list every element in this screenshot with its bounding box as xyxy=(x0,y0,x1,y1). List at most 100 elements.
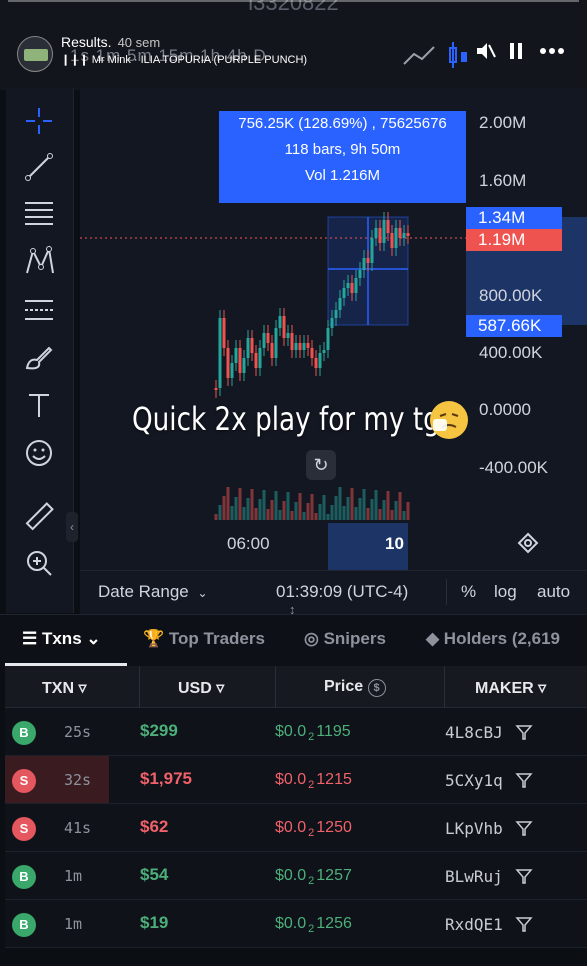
measure-bars: 118 bars, 9h 50m xyxy=(284,141,401,158)
txn-usd: $54 xyxy=(140,865,169,884)
avatar[interactable] xyxy=(17,36,53,72)
volume-bar xyxy=(402,511,406,520)
txn-maker[interactable]: RxdQE1 xyxy=(445,915,503,934)
candle-body xyxy=(406,233,410,236)
crosshair-icon[interactable] xyxy=(22,104,56,138)
filter-icon[interactable] xyxy=(515,819,533,837)
candle-body xyxy=(334,310,338,318)
forecast-icon[interactable] xyxy=(22,293,56,327)
volume-bar xyxy=(338,487,342,520)
collapse-toolbar-button[interactable]: ‹ xyxy=(66,512,78,542)
candle-body xyxy=(318,353,322,368)
txn-maker[interactable]: 4L8cBJ xyxy=(445,723,503,742)
volume-bar xyxy=(282,501,286,520)
volume-bar xyxy=(262,490,266,520)
price-tag-current: 1.19M xyxy=(466,229,562,251)
auto-scale-toggle[interactable]: auto xyxy=(537,582,570,602)
pause-icon[interactable] xyxy=(505,40,527,62)
tab-holders[interactable]: ◆ Holders (2,619 xyxy=(426,629,560,649)
txn-age: 41s xyxy=(64,819,92,837)
filter-icon[interactable] xyxy=(515,771,533,789)
music-label[interactable]: ❙❙❙ Mr Mink · ILIA TOPURIA (PURPLE PUNCH… xyxy=(61,53,307,66)
brush-icon[interactable] xyxy=(22,340,56,374)
header-usd[interactable]: USD ▿ xyxy=(178,678,224,698)
txn-type-badge: S xyxy=(12,817,36,841)
txn-age: 32s xyxy=(64,771,92,789)
candle-body xyxy=(338,298,342,310)
filter-icon[interactable]: ▿ xyxy=(216,680,224,697)
percent-scale-toggle[interactable]: % xyxy=(461,582,476,602)
volume-bar xyxy=(346,497,350,520)
text-tool-icon[interactable] xyxy=(22,388,56,422)
filter-icon[interactable] xyxy=(515,723,533,741)
y-label-2m: 2.00M xyxy=(479,113,527,132)
txn-price: $0.0 2 1257 xyxy=(275,867,352,887)
trendline-icon[interactable] xyxy=(22,150,56,184)
volume-layer xyxy=(214,487,410,520)
list-icon: ☰ xyxy=(22,629,42,648)
story-header: i3320822 1s 1m 5m 15m 1h 4h D Results. 40… xyxy=(0,0,587,90)
more-options-icon[interactable] xyxy=(539,40,565,62)
volume-bar xyxy=(286,492,290,520)
txn-type-badge: B xyxy=(12,913,36,937)
table-row[interactable]: S 32s $1,975 $0.0 2 1215 5CXy1q xyxy=(5,756,587,804)
txn-maker[interactable]: LKpVhb xyxy=(445,819,503,838)
x-label-0600: 06:00 xyxy=(227,534,270,553)
price-prefix: $0.0 xyxy=(275,771,307,788)
zoom-in-icon[interactable] xyxy=(22,546,56,580)
txn-usd: $62 xyxy=(140,817,169,836)
volume-bar xyxy=(390,510,394,520)
price-prefix: $0.0 xyxy=(275,819,307,836)
pattern-icon[interactable] xyxy=(22,244,56,278)
clock-readout[interactable]: 01:39:09 (UTC-4) xyxy=(276,582,408,602)
volume-bar xyxy=(350,488,354,520)
price-digits: 1195 xyxy=(316,723,351,740)
tab-bar: ☰ Txns ⌄ 🏆 Top Traders ◎ Snipers ◆ Holde… xyxy=(0,614,587,666)
candle-body xyxy=(266,333,270,343)
drawing-toolbar xyxy=(6,88,74,613)
dollar-icon[interactable]: $ xyxy=(367,679,386,697)
filter-icon[interactable] xyxy=(515,915,533,933)
tab-snipers[interactable]: ◎ Snipers xyxy=(304,629,386,649)
filter-icon[interactable] xyxy=(515,867,533,885)
line-chart-icon[interactable] xyxy=(402,44,436,68)
filter-icon[interactable]: ▿ xyxy=(78,680,86,697)
date-range-dropdown[interactable]: Date Range ⌄ xyxy=(98,582,208,602)
measure-volume: Vol 1.216M xyxy=(304,167,381,184)
volume-bar xyxy=(394,501,398,520)
volume-bar xyxy=(362,489,366,520)
candle-body xyxy=(294,343,298,350)
header-txn[interactable]: TXN ▿ xyxy=(42,678,86,698)
mute-icon[interactable] xyxy=(474,40,496,62)
header-maker[interactable]: MAKER ▿ xyxy=(475,678,546,698)
goto-realtime-icon[interactable] xyxy=(517,532,539,554)
tab-txns[interactable]: ☰ Txns ⌄ xyxy=(22,629,101,649)
fib-icon[interactable] xyxy=(22,196,56,230)
txn-maker[interactable]: 5CXy1q xyxy=(445,771,503,790)
candle-body xyxy=(242,358,246,373)
log-scale-toggle[interactable]: log xyxy=(494,582,517,602)
header-price[interactable]: Price $ xyxy=(324,678,386,697)
table-row[interactable]: B 25s $299 $0.0 2 1195 4L8cBJ xyxy=(5,708,587,756)
filter-icon[interactable]: ▿ xyxy=(538,680,546,697)
tab-top-traders[interactable]: 🏆 Top Traders xyxy=(143,629,265,649)
story-caption: Quick 2x play for my tg xyxy=(132,400,440,438)
table-row[interactable]: B 1m $19 $0.0 2 1256 RxdQE1 xyxy=(5,900,587,948)
reset-chart-button[interactable]: ↻ xyxy=(306,450,336,480)
table-row[interactable]: S 41s $62 $0.0 2 1250 LKpVhb xyxy=(5,804,587,852)
candles-icon[interactable] xyxy=(447,40,471,70)
candle-body xyxy=(398,228,402,238)
txn-price: $0.0 2 1215 xyxy=(275,771,352,791)
price-zero-count: 2 xyxy=(308,875,315,887)
emoji-icon[interactable] xyxy=(22,436,56,470)
candle-body xyxy=(322,350,326,353)
username[interactable]: Results. xyxy=(61,34,112,50)
volume-bar xyxy=(326,514,330,520)
story-user[interactable]: Results. 40 sem xyxy=(61,34,160,50)
volume-bar xyxy=(298,493,302,520)
txn-maker[interactable]: BLwRuj xyxy=(445,867,503,886)
volume-bar xyxy=(254,508,258,520)
ruler-icon[interactable] xyxy=(22,500,56,534)
table-row[interactable]: B 1m $54 $0.0 2 1257 BLwRuj xyxy=(5,852,587,900)
volume-bar xyxy=(278,510,282,520)
